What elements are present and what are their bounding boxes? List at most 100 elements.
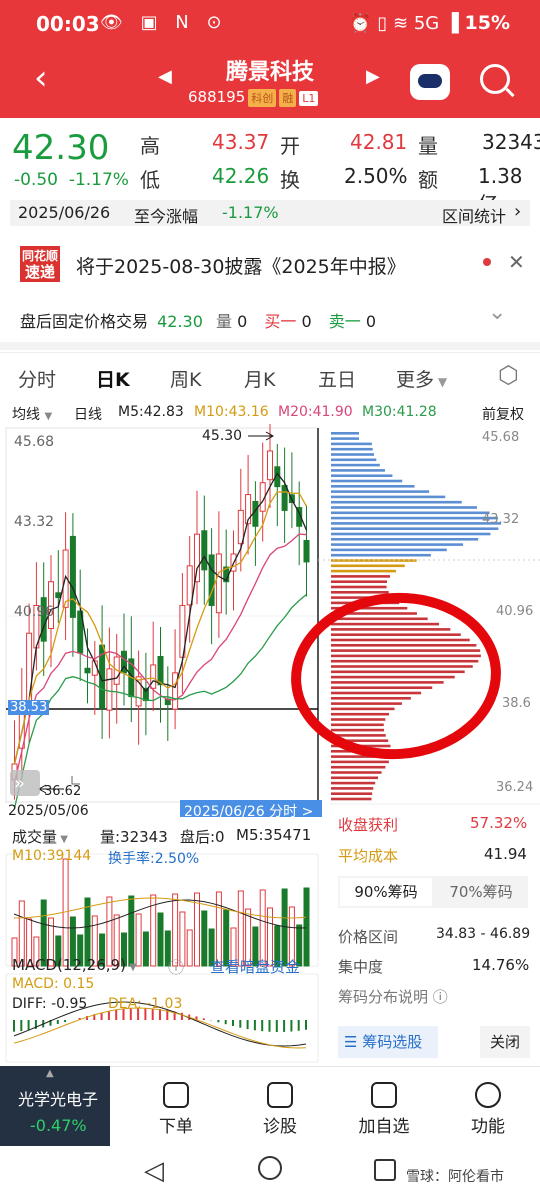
help-icon[interactable]: ⓘ <box>168 954 184 978</box>
assistant-robot-icon[interactable] <box>410 64 450 100</box>
news-banner[interactable]: 同花顺 速递 将于2025-08-30披露《2025年中报》 ✕ <box>0 236 540 292</box>
range-label: 至今涨幅 <box>134 207 199 226</box>
after-hours-label: 盘后固定价格交易 <box>20 312 149 331</box>
volume-bar <box>237 890 244 967</box>
chip-bar <box>331 654 481 658</box>
adjust-label[interactable]: 前复权 <box>482 404 524 424</box>
period-tabs: 分时 日K 周K 月K 五日 更多 ▼ ⬡ <box>0 352 540 400</box>
chip-select-button[interactable]: ☰ 筹码选股 <box>338 1026 438 1058</box>
watermark: 雪球：阿伦看市 <box>406 1166 504 1186</box>
next-stock-icon[interactable]: ▶ <box>366 66 380 87</box>
volume-value: 32343 <box>482 130 540 154</box>
order-button[interactable]: 下单 <box>146 1082 206 1137</box>
chip-bar <box>331 781 376 785</box>
sell1-value: 0 <box>365 312 377 331</box>
volume-bar <box>215 891 222 967</box>
buy1-value: 0 <box>301 312 312 331</box>
diagnose-button[interactable]: 诊股 <box>250 1082 310 1137</box>
tab-daily-k[interactable]: 日K <box>96 365 130 392</box>
profit-value: 57.32% <box>470 814 528 832</box>
candle-body <box>237 509 244 545</box>
range-stats-link[interactable]: 区间统计 <box>442 203 506 227</box>
chip-bar <box>331 649 481 652</box>
stock-name: 腾景科技 <box>225 60 314 85</box>
chip-bar <box>331 718 386 721</box>
tag-kechuang: 科创 <box>248 89 277 107</box>
ma-selector[interactable]: 均线 ▼ <box>12 404 52 424</box>
intraday-link: 分时 > <box>269 804 314 820</box>
expand-chevron-icon[interactable]: ⌄ <box>488 300 506 325</box>
tab-more[interactable]: 更多 ▼ <box>396 365 447 392</box>
sell1-label: 卖一 <box>328 312 361 331</box>
volume-label: 成交量 <box>12 828 58 846</box>
chip-tab-70[interactable]: 70%筹码 <box>436 878 526 906</box>
add-watchlist-button[interactable]: 加自选 <box>354 1082 414 1137</box>
help-icon: ⓘ <box>432 988 448 1006</box>
tab-weekly-k[interactable]: 周K <box>170 365 201 392</box>
high-value: 43.37 <box>212 130 270 154</box>
candle-body <box>172 672 179 710</box>
chip-desc-link[interactable]: 筹码分布说明 ⓘ <box>338 986 448 1007</box>
macd-selector[interactable]: MACD(12,26,9) ▼ <box>12 956 137 974</box>
ma5-value: M5:42.83 <box>118 404 184 420</box>
profit-label: 收盘获利 <box>338 816 399 834</box>
chip-bar <box>331 797 372 801</box>
tab-intraday[interactable]: 分时 <box>18 365 56 392</box>
volume-bar <box>142 931 149 967</box>
chip-bar <box>331 575 390 578</box>
status-right: ⏰ ▯ ≋ 5G ▐ 15% <box>349 12 510 34</box>
chevron-right-icon: › <box>514 201 522 222</box>
caret-up-icon: ▲ <box>46 1068 54 1079</box>
unread-dot-icon <box>483 258 491 266</box>
chip-bar <box>331 485 415 488</box>
tab-five-day[interactable]: 五日 <box>318 365 356 392</box>
chip-bar <box>331 527 499 530</box>
volume-value: 量:32343 <box>100 828 168 846</box>
dark-pool-link[interactable]: 查看暗盘资金 <box>210 956 300 977</box>
price-change: -0.50 -1.17% <box>14 170 129 190</box>
turnover-value: 2.50% <box>344 164 408 188</box>
chip-bar <box>331 670 465 674</box>
function-button[interactable]: 功能 <box>458 1082 518 1137</box>
caret-down-icon: ▼ <box>434 375 448 389</box>
volume-bars <box>11 858 310 967</box>
chip-bar <box>331 707 395 711</box>
chip-bar <box>331 458 377 462</box>
close-icon[interactable]: ✕ <box>508 250 525 274</box>
chip-bar <box>331 564 405 568</box>
order-label: 下单 <box>159 1117 193 1137</box>
range-stats-bar[interactable]: 2025/06/26 至今涨幅 -1.17% 区间统计 › <box>10 200 530 226</box>
end-date[interactable]: 2025/06/26 分时 > <box>184 801 313 821</box>
close-chips-button[interactable]: 关闭 <box>480 1026 530 1058</box>
chip-bar <box>331 548 447 552</box>
chip-bar <box>331 776 378 780</box>
after-hours-volume: 盘后:0 <box>180 828 225 846</box>
collapse-icon-glyph: » <box>14 773 25 794</box>
chip-bar <box>331 543 464 546</box>
kline-candles <box>11 424 310 800</box>
diagnose-label: 诊股 <box>263 1117 297 1137</box>
change-pct: -1.17% <box>68 170 129 190</box>
settings-hex-icon[interactable]: ⬡ <box>498 361 519 389</box>
chip-tab-90[interactable]: 90%筹码 <box>340 878 432 906</box>
sector-box[interactable]: ▲ 光学光电子 -0.47% <box>0 1066 110 1146</box>
chip-bar <box>331 638 470 642</box>
signal-icons: ⏰ ▯ ≋ 5G ▐ <box>349 13 459 34</box>
recents-nav-icon[interactable] <box>374 1159 396 1181</box>
candle-body <box>267 450 273 481</box>
after-hours-row[interactable]: 盘后固定价格交易 42.30 量 0 买一 0 卖一 0 <box>20 308 376 332</box>
chip-axis-1: 45.68 <box>482 430 520 445</box>
concentration-value: 14.76% <box>472 956 530 974</box>
add-watchlist-label: 加自选 <box>358 1117 410 1137</box>
logo-bottom: 速递 <box>24 263 55 281</box>
volume-selector[interactable]: 成交量 ▼ <box>12 826 68 847</box>
chip-bar <box>331 553 431 557</box>
volume-bar <box>281 888 288 967</box>
chip-bar <box>331 675 455 679</box>
tab-monthly-k[interactable]: 月K <box>244 365 275 392</box>
candle-body <box>150 664 157 689</box>
back-nav-icon[interactable]: ◁ <box>144 1156 164 1186</box>
home-nav-icon[interactable] <box>258 1156 282 1180</box>
search-icon[interactable] <box>480 64 510 94</box>
low-price-marker: 36.62 <box>44 784 82 799</box>
